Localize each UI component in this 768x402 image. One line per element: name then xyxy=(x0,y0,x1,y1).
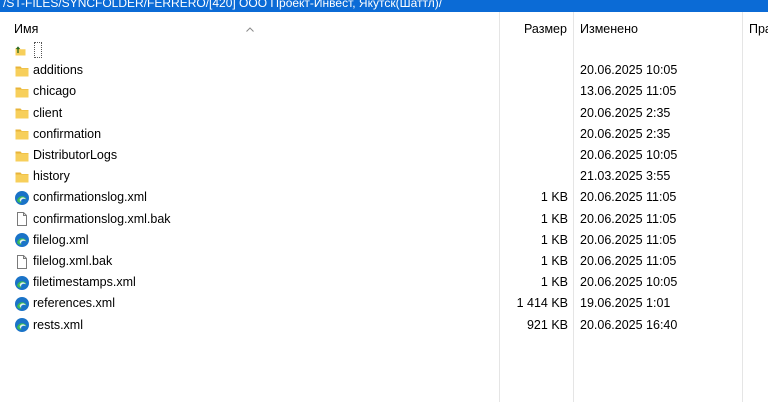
column-header: Имя Размер Изменено Пра xyxy=(0,12,768,42)
file-name: confirmation xyxy=(33,126,102,141)
column-modified-header[interactable]: Изменено xyxy=(580,12,638,42)
file-row[interactable]: rests.xml 921 KB 20.06.2025 16:40 xyxy=(0,315,768,336)
edge-xml-icon xyxy=(14,275,30,291)
file-row[interactable]: confirmationslog.xml.bak 1 KB 20.06.2025 1… xyxy=(0,209,768,230)
file-name-cell: filetimestamps.xml xyxy=(14,272,136,293)
folder-icon xyxy=(14,148,30,164)
file-size: 1 KB xyxy=(540,232,568,247)
file-modified: 20.06.2025 2:35 xyxy=(580,126,671,141)
file-modified: 20.06.2025 11:05 xyxy=(580,232,677,247)
file-name: filelog.xml.bak xyxy=(33,254,113,268)
file-modified: 20.06.2025 11:05 xyxy=(580,254,677,268)
file-row[interactable]: client 20.06.2025 2:35 xyxy=(0,103,768,124)
file-name-cell: chicago xyxy=(14,81,76,102)
edge-xml-icon xyxy=(14,232,30,248)
edge-xml-icon xyxy=(14,317,30,333)
file-name-cell: additions xyxy=(14,60,83,81)
file-row[interactable]: DistributorLogs 20.06.2025 10:05 xyxy=(0,145,768,166)
blank-file-icon xyxy=(14,211,30,227)
edge-xml-icon xyxy=(14,190,30,206)
file-name-cell xyxy=(14,39,42,60)
folder-icon xyxy=(14,63,30,79)
file-row[interactable]: filetimestamps.xml 1 KB 20.06.2025 10:05 xyxy=(0,272,768,293)
file-size: 921 KB xyxy=(526,317,568,332)
parent-directory-row[interactable] xyxy=(0,39,768,60)
path-bar: /ST-FILES/SYNCFOLDER/FERRERO/[420] ООО П… xyxy=(0,0,768,12)
file-name: client xyxy=(33,105,63,120)
file-row[interactable]: history 21.03.2025 3:55 xyxy=(0,166,768,187)
file-size: 1 KB xyxy=(540,275,568,290)
file-size: 1 KB xyxy=(540,190,568,205)
parent-directory-label xyxy=(34,41,42,58)
file-name-cell: references.xml xyxy=(14,293,115,314)
file-name-cell: confirmationslog.xml xyxy=(14,187,147,208)
file-modified: 20.06.2025 10:05 xyxy=(580,275,678,290)
file-name: DistributorLogs xyxy=(33,148,118,162)
file-size: 1 KB xyxy=(540,211,568,226)
file-name-cell: history xyxy=(14,166,70,187)
file-name-cell: filelog.xml xyxy=(14,230,89,251)
folder-icon xyxy=(14,84,30,100)
file-modified: 20.06.2025 11:05 xyxy=(580,211,677,226)
file-modified: 20.06.2025 10:05 xyxy=(580,148,678,162)
file-modified: 20.06.2025 10:05 xyxy=(580,63,678,78)
file-modified: 20.06.2025 16:40 xyxy=(580,317,678,332)
file-name: additions xyxy=(33,63,84,78)
file-name: rests.xml xyxy=(33,317,83,332)
file-row[interactable]: chicago 13.06.2025 11:05 xyxy=(0,81,768,102)
file-size: 1 414 KB xyxy=(516,296,568,311)
file-modified: 19.06.2025 1:01 xyxy=(580,296,671,311)
file-name-cell: filelog.xml.bak xyxy=(14,251,112,272)
file-modified: 20.06.2025 2:35 xyxy=(580,105,671,120)
folder-icon xyxy=(14,105,30,121)
file-modified: 20.06.2025 11:05 xyxy=(580,190,677,205)
path-text: /ST-FILES/SYNCFOLDER/FERRERO/[420] ООО П… xyxy=(3,0,443,10)
file-name-cell: rests.xml xyxy=(14,315,83,336)
parent-folder-icon xyxy=(14,42,30,58)
folder-icon xyxy=(14,169,30,185)
blank-file-icon xyxy=(14,254,30,270)
file-name: references.xml xyxy=(33,296,115,311)
edge-xml-icon xyxy=(14,296,30,312)
file-name-cell: DistributorLogs xyxy=(14,145,117,166)
column-size-header[interactable]: Размер xyxy=(524,12,567,42)
file-row[interactable]: additions 20.06.2025 10:05 xyxy=(0,60,768,81)
file-size: 1 KB xyxy=(540,254,568,268)
file-modified: 21.03.2025 3:55 xyxy=(580,169,671,184)
file-modified: 13.06.2025 11:05 xyxy=(580,84,677,99)
file-name: chicago xyxy=(33,84,77,99)
file-name-cell: confirmationslog.xml.bak xyxy=(14,209,171,230)
file-row[interactable]: confirmationslog.xml 1 KB 20.06.2025 11:05 xyxy=(0,187,768,208)
file-row[interactable]: filelog.xml.bak 1 KB 20.06.2025 11:05 xyxy=(0,251,768,272)
folder-icon xyxy=(14,126,30,142)
file-row[interactable]: filelog.xml 1 KB 20.06.2025 11:05 xyxy=(0,230,768,251)
file-name: confirmationslog.xml.bak xyxy=(33,211,171,226)
file-name: history xyxy=(33,169,70,184)
sort-ascending-icon xyxy=(246,27,254,32)
column-rights-header[interactable]: Пра xyxy=(749,12,768,42)
column-name-header[interactable]: Имя xyxy=(14,12,38,42)
file-row[interactable]: references.xml 1 414 KB 19.06.2025 1:01 xyxy=(0,293,768,314)
file-name-cell: client xyxy=(14,103,62,124)
file-name: filetimestamps.xml xyxy=(33,275,136,290)
file-name-cell: confirmation xyxy=(14,124,101,145)
file-row[interactable]: confirmation 20.06.2025 2:35 xyxy=(0,124,768,145)
file-name: filelog.xml xyxy=(33,232,89,247)
file-name: confirmationslog.xml xyxy=(33,190,147,205)
